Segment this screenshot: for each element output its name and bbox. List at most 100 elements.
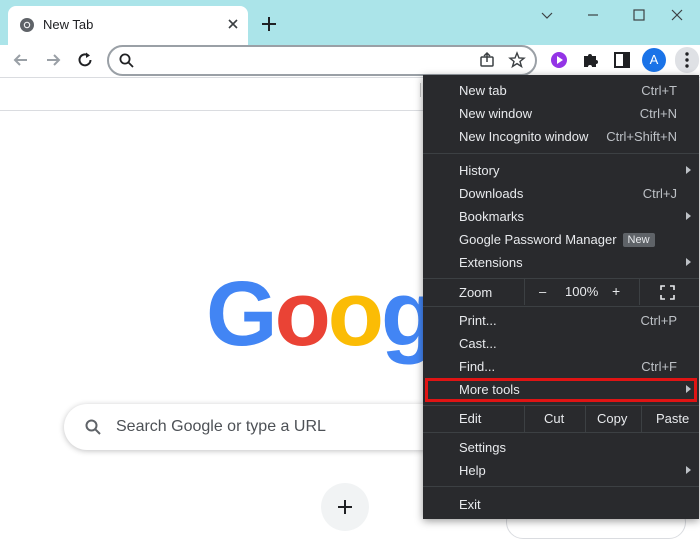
forward-button[interactable] [40,47,66,73]
menu-item-settings[interactable]: Settings [423,436,699,459]
tab-title: New Tab [43,17,94,32]
menu-item-label: Exit [459,497,481,512]
menu-item-text: Google Password Manager [459,232,617,247]
menu-item-shortcut: Ctrl+P [640,313,677,328]
logo-letter: o [274,263,331,365]
zoom-divider [524,279,525,305]
menu-separator [423,306,699,307]
menu-item-label: New Incognito window [459,129,589,144]
menu-item-label: History [459,163,500,178]
menu-item-shortcut: Ctrl+N [639,106,677,121]
logo-letter: G [206,263,278,365]
edit-divider [524,406,525,432]
menu-item-label: Cast... [459,336,497,351]
search-placeholder: Search Google or type a URL [116,418,326,435]
logo-letter: o [327,263,384,365]
google-logo: Goog [206,263,437,365]
submenu-arrow-icon [686,166,691,174]
menu-separator [423,405,699,406]
add-shortcut-button[interactable] [321,483,369,531]
menu-item-password-manager[interactable]: Google Password Manager New [423,228,699,251]
fullscreen-icon[interactable] [660,285,675,300]
edit-divider [585,406,586,432]
menu-item-history[interactable]: History [423,159,699,182]
title-bar: New Tab [0,0,700,45]
search-icon [85,419,101,435]
zoom-level: 100% [565,284,599,299]
kebab-menu-icon [685,52,689,68]
menu-item-label: Print... [459,313,497,328]
menu-item-label: Find... [459,359,496,374]
cut-button[interactable]: Cut [544,411,564,426]
submenu-arrow-icon [686,212,691,220]
menu-item-new-incognito-window[interactable]: New Incognito window Ctrl+Shift+N [423,125,699,148]
extension-purple-icon[interactable] [547,48,571,72]
minimize-icon [588,14,598,16]
puzzle-icon[interactable] [579,48,603,72]
menu-item-label: New tab [459,83,507,98]
menu-item-label: Help [459,463,486,478]
menu-item-label: Downloads [459,186,524,201]
submenu-arrow-icon [686,258,691,266]
close-window-button[interactable] [654,4,700,26]
paste-button[interactable]: Paste [656,411,689,426]
menu-item-new-tab[interactable]: New tab Ctrl+T [423,79,699,102]
side-panel-icon[interactable] [610,48,634,72]
zoom-divider [639,279,640,305]
menu-item-shortcut: Ctrl+F [641,359,677,374]
restore-down-button[interactable] [570,4,616,26]
tab-new-tab[interactable]: New Tab [8,6,248,45]
minimize-button[interactable] [524,4,570,26]
menu-item-shortcut: Ctrl+Shift+N [606,129,677,144]
bookmark-bar-separator [420,83,421,97]
menu-separator [423,432,699,433]
menu-item-cast[interactable]: Cast... [423,332,699,355]
zoom-in-button[interactable]: + [612,283,620,299]
menu-item-exit[interactable]: Exit [423,493,699,516]
close-window-icon [671,9,683,21]
menu-item-help[interactable]: Help [423,459,699,482]
minimize-icon [541,12,553,19]
menu-separator [423,486,699,487]
profile-avatar[interactable]: A [642,48,666,72]
reload-button[interactable] [72,47,98,73]
menu-item-shortcut: Ctrl+J [642,186,677,201]
maximize-icon [633,9,645,21]
menu-item-downloads[interactable]: Downloads Ctrl+J [423,182,699,205]
chrome-favicon-icon [20,18,34,32]
menu-row-zoom: Zoom – 100% + [423,279,699,305]
menu-item-bookmarks[interactable]: Bookmarks [423,205,699,228]
share-icon[interactable] [478,51,496,69]
menu-item-label: Google Password Manager New [459,232,655,248]
close-icon[interactable] [224,15,242,33]
submenu-arrow-icon [686,466,691,474]
menu-item-label: Extensions [459,255,523,270]
menu-item-label: Settings [459,440,506,455]
plus-icon [338,500,352,514]
ntp-search-box[interactable]: Search Google or type a URL [64,404,484,450]
copy-button[interactable]: Copy [597,411,627,426]
chrome-menu: New tab Ctrl+T New window Ctrl+N New Inc… [423,75,699,519]
edit-label: Edit [459,411,482,426]
menu-item-label: New window [459,106,532,121]
address-bar[interactable] [107,45,537,76]
plus-icon[interactable] [258,13,280,35]
chrome-menu-button[interactable] [675,47,699,73]
back-icon [13,54,27,66]
new-badge: New [622,233,655,247]
forward-icon [47,54,61,66]
menu-separator [423,153,699,154]
zoom-label: Zoom [459,285,493,300]
menu-item-label: Bookmarks [459,209,525,224]
zoom-out-button[interactable]: – [539,284,546,299]
bookmark-bar-divider [0,110,430,111]
search-icon [119,53,134,68]
menu-item-print[interactable]: Print... Ctrl+P [423,309,699,332]
edit-divider [641,406,642,432]
back-button[interactable] [8,47,34,73]
menu-item-new-window[interactable]: New window Ctrl+N [423,102,699,125]
menu-item-extensions[interactable]: Extensions [423,251,699,274]
star-icon[interactable] [508,51,526,69]
reload-icon [78,52,92,67]
menu-item-find[interactable]: Find... Ctrl+F [423,355,699,378]
